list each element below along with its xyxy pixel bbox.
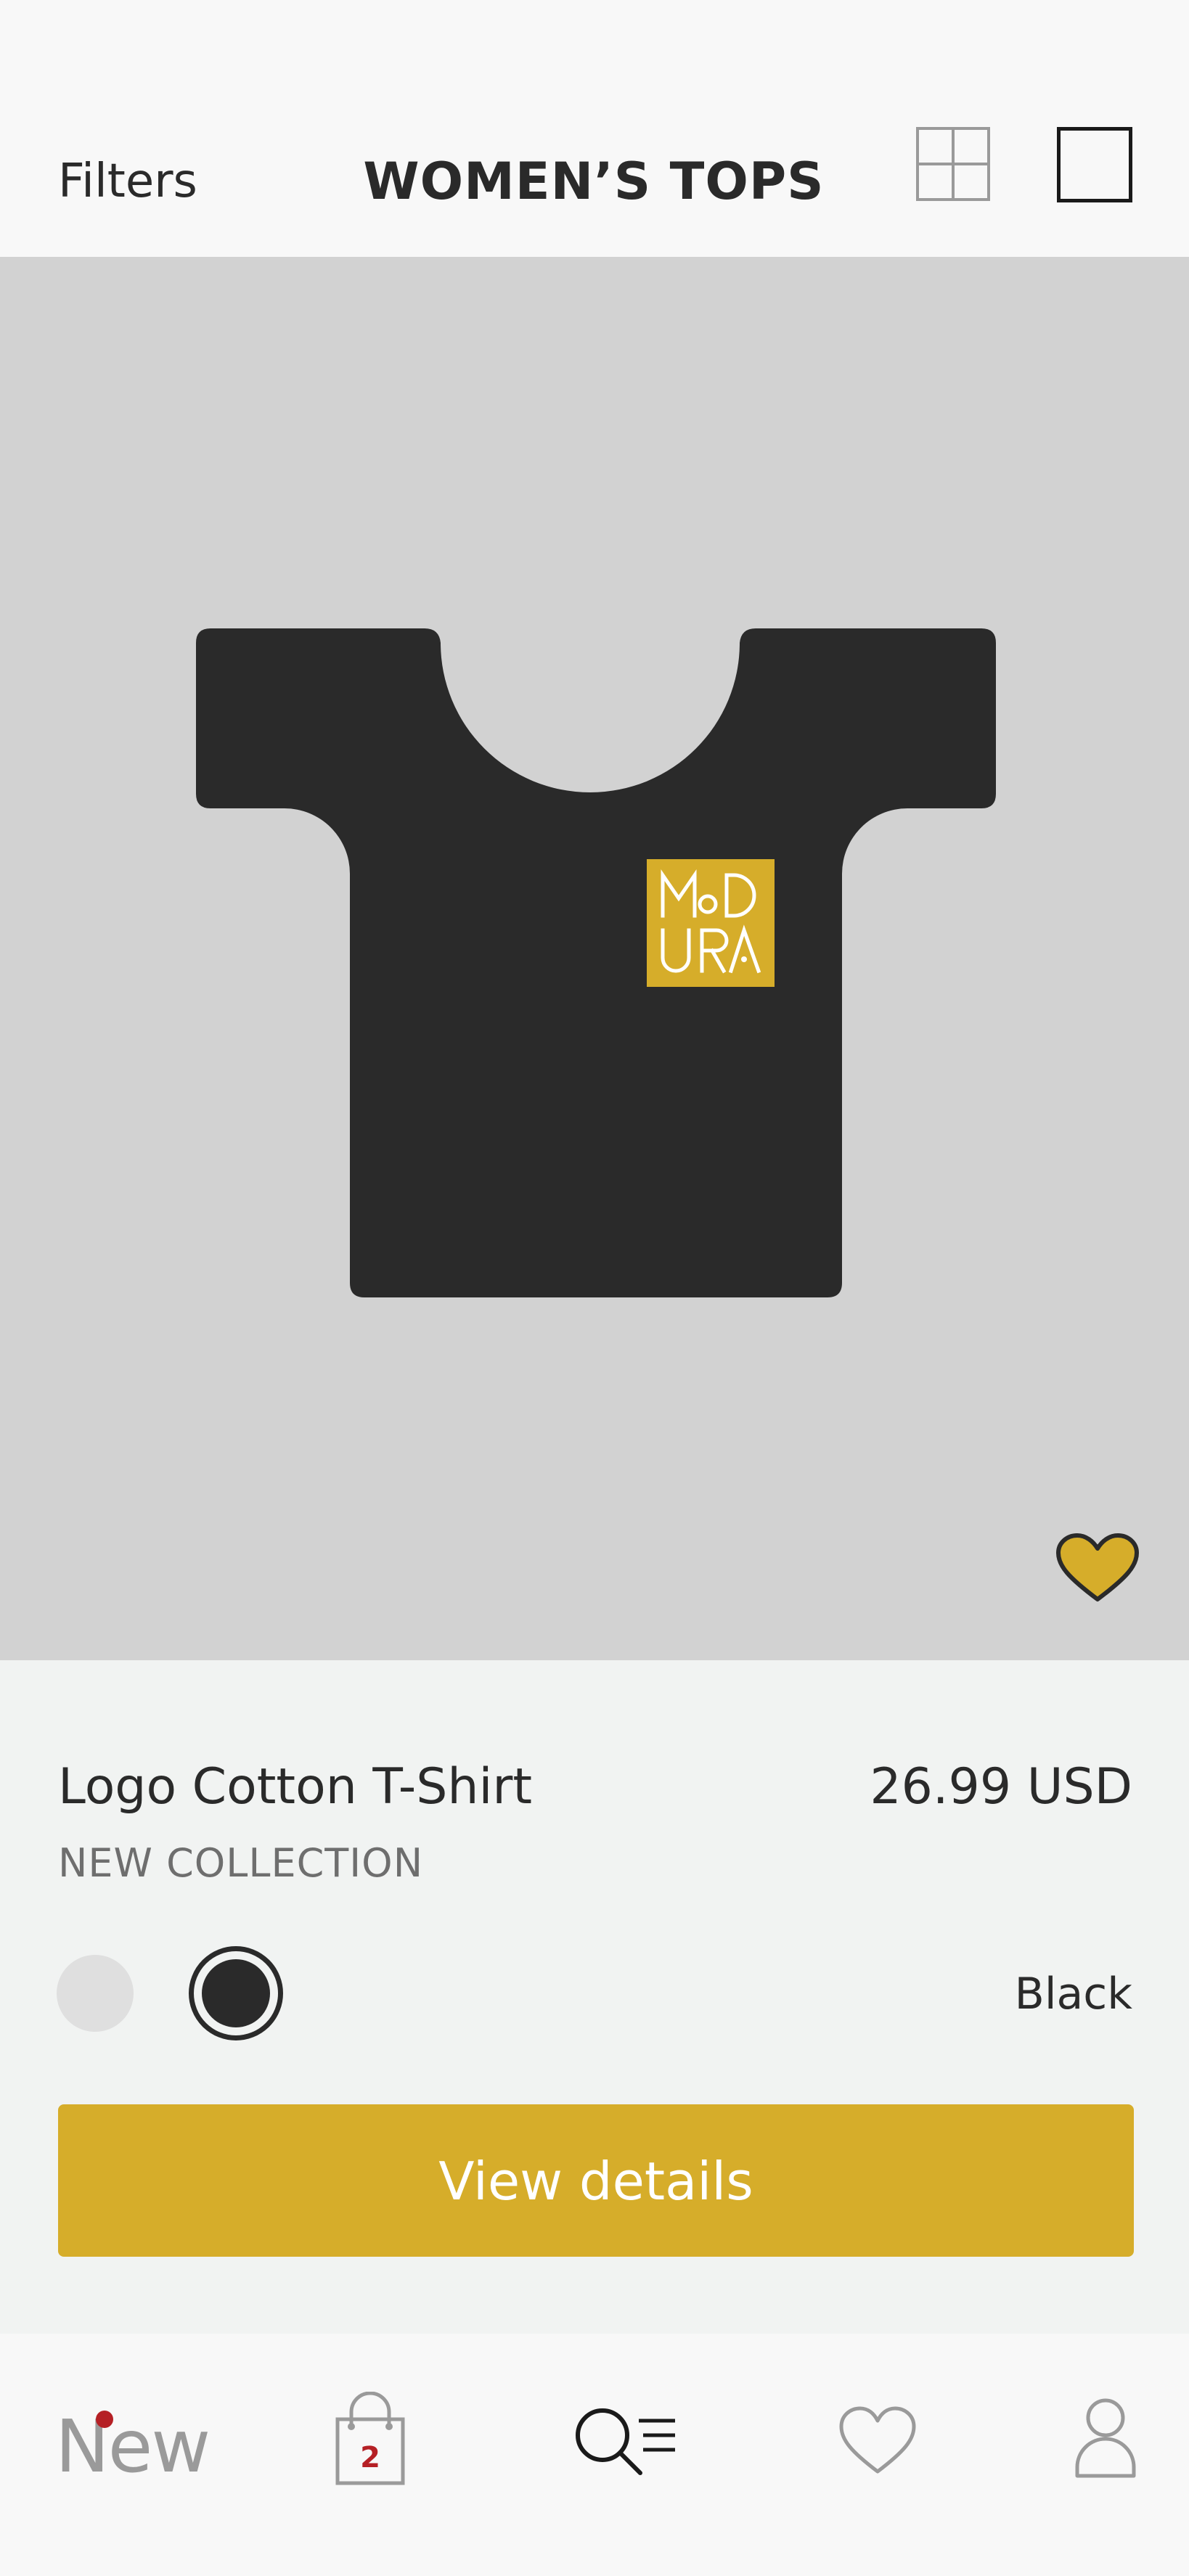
product-price: 26.99 USD xyxy=(870,1758,1132,1816)
product-info: Logo Cotton T-Shirt 26.99 USD NEW COLLEC… xyxy=(0,1660,1189,2334)
collection-label: NEW COLLECTION xyxy=(58,1840,424,1886)
single-view-icon[interactable] xyxy=(1057,127,1132,202)
view-details-button[interactable]: View details xyxy=(58,2104,1134,2257)
heart-icon xyxy=(839,2406,916,2474)
bottom-nav: New 2 xyxy=(0,2334,1189,2576)
search-menu-icon xyxy=(576,2408,675,2475)
bag-count-badge: 2 xyxy=(360,2441,380,2474)
color-swatch-light-grey[interactable] xyxy=(57,1955,134,2032)
brand-logo xyxy=(647,859,775,987)
header: Filters WOMEN’S TOPS xyxy=(0,0,1189,257)
swatch-black-fill xyxy=(202,1959,270,2027)
nav-wishlist[interactable] xyxy=(838,2405,918,2477)
nav-new-label: New xyxy=(55,2404,211,2489)
favorite-heart-icon[interactable] xyxy=(1054,1533,1141,1605)
nav-search[interactable] xyxy=(573,2406,679,2479)
new-indicator-dot xyxy=(96,2411,113,2428)
grid-view-icon[interactable] xyxy=(916,127,990,201)
page-title-text: WOMEN’S TOPS xyxy=(363,152,825,211)
tshirt-image xyxy=(196,628,996,1297)
tshirt-shape xyxy=(196,628,996,1297)
nav-new[interactable]: New xyxy=(55,2403,211,2490)
nav-account[interactable] xyxy=(1074,2397,1137,2479)
nav-bag[interactable]: 2 xyxy=(334,2391,406,2486)
selected-color-name: Black xyxy=(1014,1969,1132,2019)
product-image[interactable] xyxy=(0,257,1189,1660)
user-icon xyxy=(1075,2398,1136,2478)
color-swatch-black-selected[interactable] xyxy=(189,1946,283,2040)
page-title: WOMEN’S TOPS xyxy=(0,145,1189,218)
product-name: Logo Cotton T-Shirt xyxy=(58,1758,533,1816)
